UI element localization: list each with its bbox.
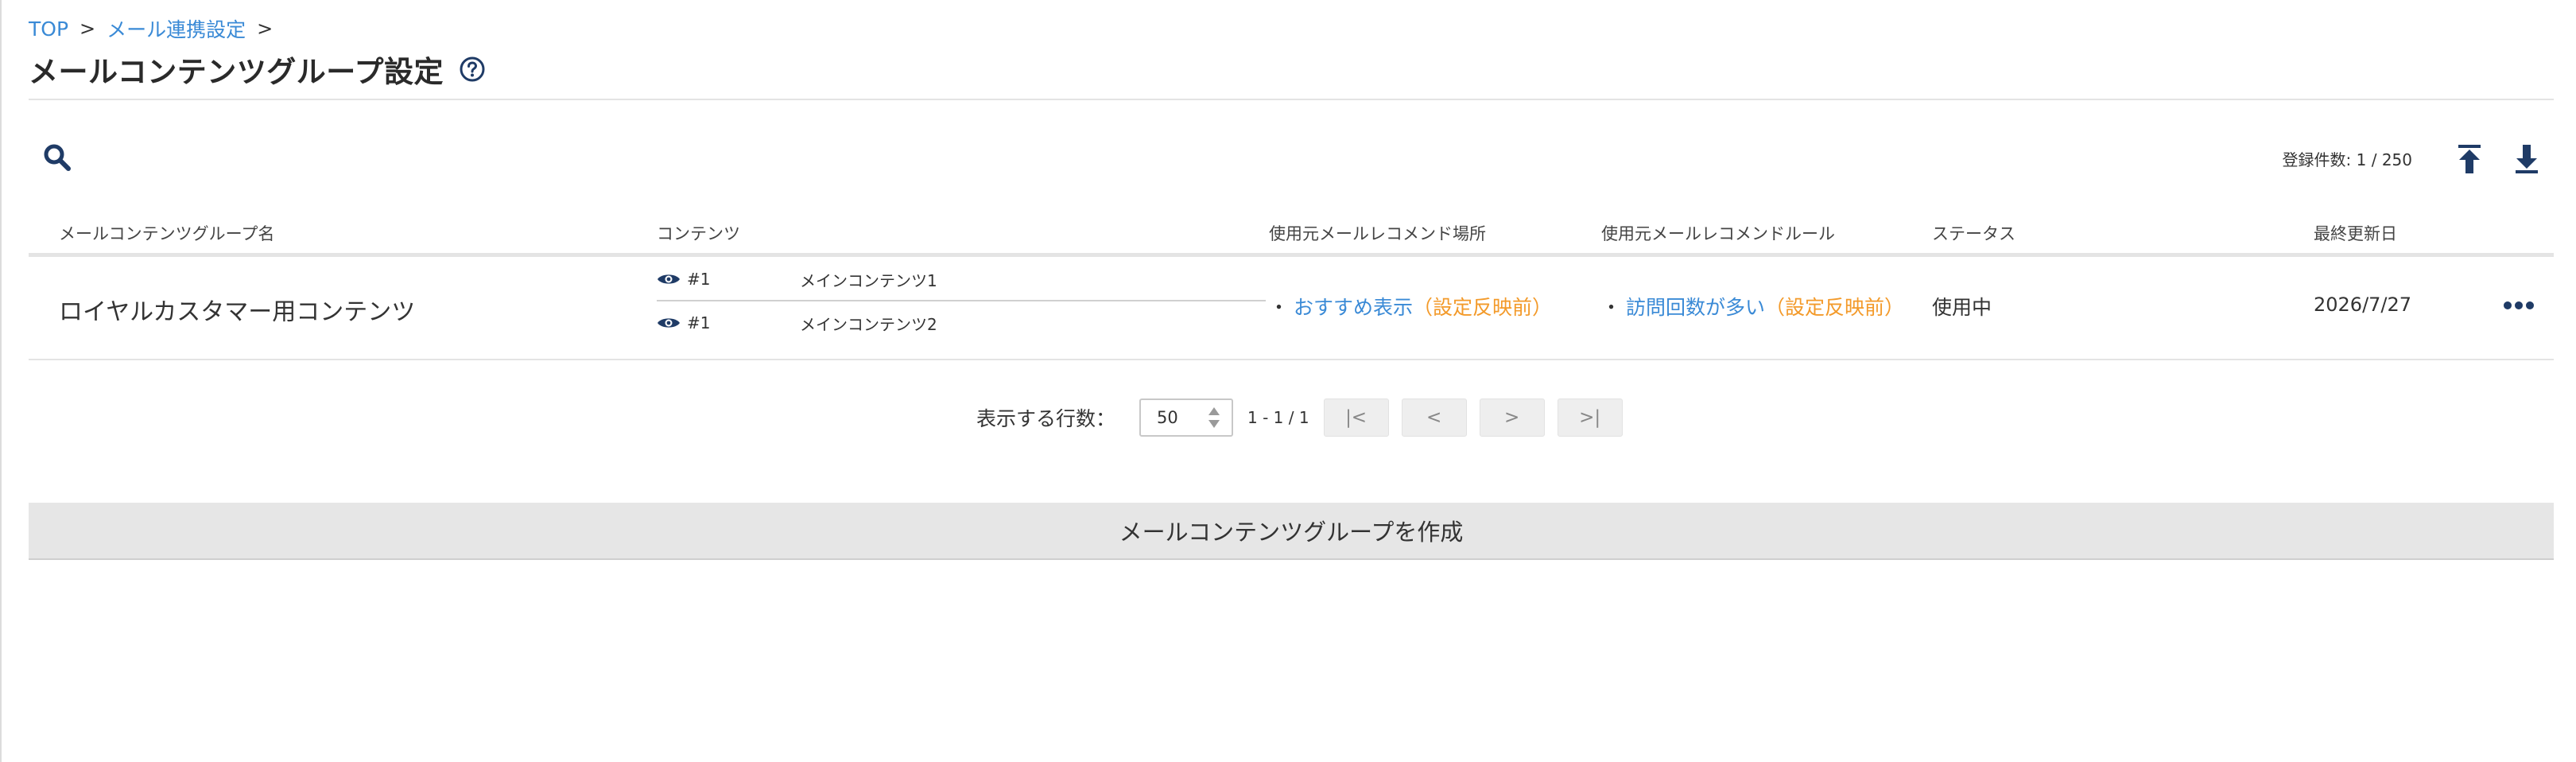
- content-number: #1: [687, 313, 711, 332]
- breadcrumb-separator: >: [80, 17, 96, 40]
- column-header-status[interactable]: ステータス: [1932, 221, 2015, 245]
- more-horizontal-icon[interactable]: [2503, 300, 2535, 311]
- breadcrumb-separator: >: [257, 17, 274, 40]
- rows-per-page-value: 50: [1157, 408, 1178, 427]
- breadcrumb: TOP > メール連携設定 >: [29, 14, 273, 43]
- pagination: 表示する行数： 50 1 - 1 / 1 |< < > >|: [976, 398, 1635, 437]
- prev-page-button[interactable]: <: [1401, 398, 1467, 437]
- next-page-button[interactable]: >: [1479, 398, 1545, 437]
- page: TOP > メール連携設定 > メールコンテンツグループ設定 登録件数: 1 /…: [0, 0, 2576, 762]
- column-header-recommend-rule[interactable]: 使用元メールレコメンドルール: [1601, 221, 1835, 245]
- header-divider: [29, 99, 2554, 100]
- content-list: #1 メインコンテンツ1 #1 メインコンテンツ2: [657, 259, 1266, 344]
- column-header-updated[interactable]: 最終更新日: [2314, 221, 2397, 245]
- content-group-table: メールコンテンツグループ名 コンテンツ 使用元メールレコメンド場所 使用元メール…: [29, 213, 2554, 360]
- content-name: メインコンテンツ2: [800, 314, 937, 334]
- eye-icon[interactable]: [657, 272, 681, 286]
- recommend-rule-link[interactable]: 訪問回数が多い: [1626, 296, 1765, 319]
- bullet: ・: [1269, 296, 1290, 319]
- content-item: #1 メインコンテンツ1: [657, 259, 1266, 301]
- content-name: メインコンテンツ1: [800, 270, 937, 290]
- content-number: #1: [687, 270, 711, 289]
- page-range: 1 - 1 / 1: [1247, 408, 1309, 427]
- record-count: 登録件数: 1 / 250: [2282, 150, 2412, 169]
- column-header-contents[interactable]: コンテンツ: [657, 221, 740, 245]
- bullet: ・: [1601, 296, 1622, 319]
- question-circle-icon[interactable]: [460, 56, 485, 82]
- rows-per-page-label: 表示する行数：: [976, 407, 1116, 430]
- table-header: メールコンテンツグループ名 コンテンツ 使用元メールレコメンド場所 使用元メール…: [29, 213, 2554, 257]
- upload-icon[interactable]: [2457, 143, 2482, 175]
- search-icon[interactable]: [43, 143, 72, 172]
- page-title: メールコンテンツグループ設定: [29, 55, 444, 89]
- download-icon[interactable]: [2514, 143, 2539, 175]
- table-row[interactable]: ロイヤルカスタマー用コンテンツ #1 メインコンテンツ1 #1 メインコンテンツ…: [29, 257, 2554, 360]
- recommend-rule-cell: ・訪問回数が多い（設定反映前）: [1601, 292, 1904, 321]
- status-text: 使用中: [1932, 296, 1992, 319]
- recommend-place-link[interactable]: おすすめ表示: [1294, 296, 1413, 319]
- content-item: #1 メインコンテンツ2: [657, 301, 1266, 344]
- breadcrumb-mail-settings-link[interactable]: メール連携設定: [107, 14, 246, 43]
- eye-icon[interactable]: [657, 316, 681, 330]
- spinner-arrows-icon[interactable]: [1208, 406, 1220, 430]
- recommend-place-cell: ・おすすめ表示（設定反映前）: [1269, 292, 1552, 321]
- first-page-button[interactable]: |<: [1323, 398, 1389, 437]
- updated-date: 2026/7/27: [2314, 294, 2412, 316]
- last-page-button[interactable]: >|: [1557, 398, 1623, 437]
- breadcrumb-top-link[interactable]: TOP: [29, 17, 68, 41]
- group-name[interactable]: ロイヤルカスタマー用コンテンツ: [59, 292, 415, 327]
- column-header-group-name[interactable]: メールコンテンツグループ名: [59, 221, 274, 245]
- column-header-recommend-place[interactable]: 使用元メールレコメンド場所: [1269, 221, 1486, 245]
- rows-per-page-select[interactable]: 50: [1139, 398, 1234, 437]
- pending-note: （設定反映前）: [1765, 296, 1905, 319]
- create-content-group-button[interactable]: メールコンテンツグループを作成: [29, 503, 2554, 558]
- title-row: メールコンテンツグループ設定: [29, 48, 485, 91]
- pending-note: （設定反映前）: [1413, 296, 1553, 319]
